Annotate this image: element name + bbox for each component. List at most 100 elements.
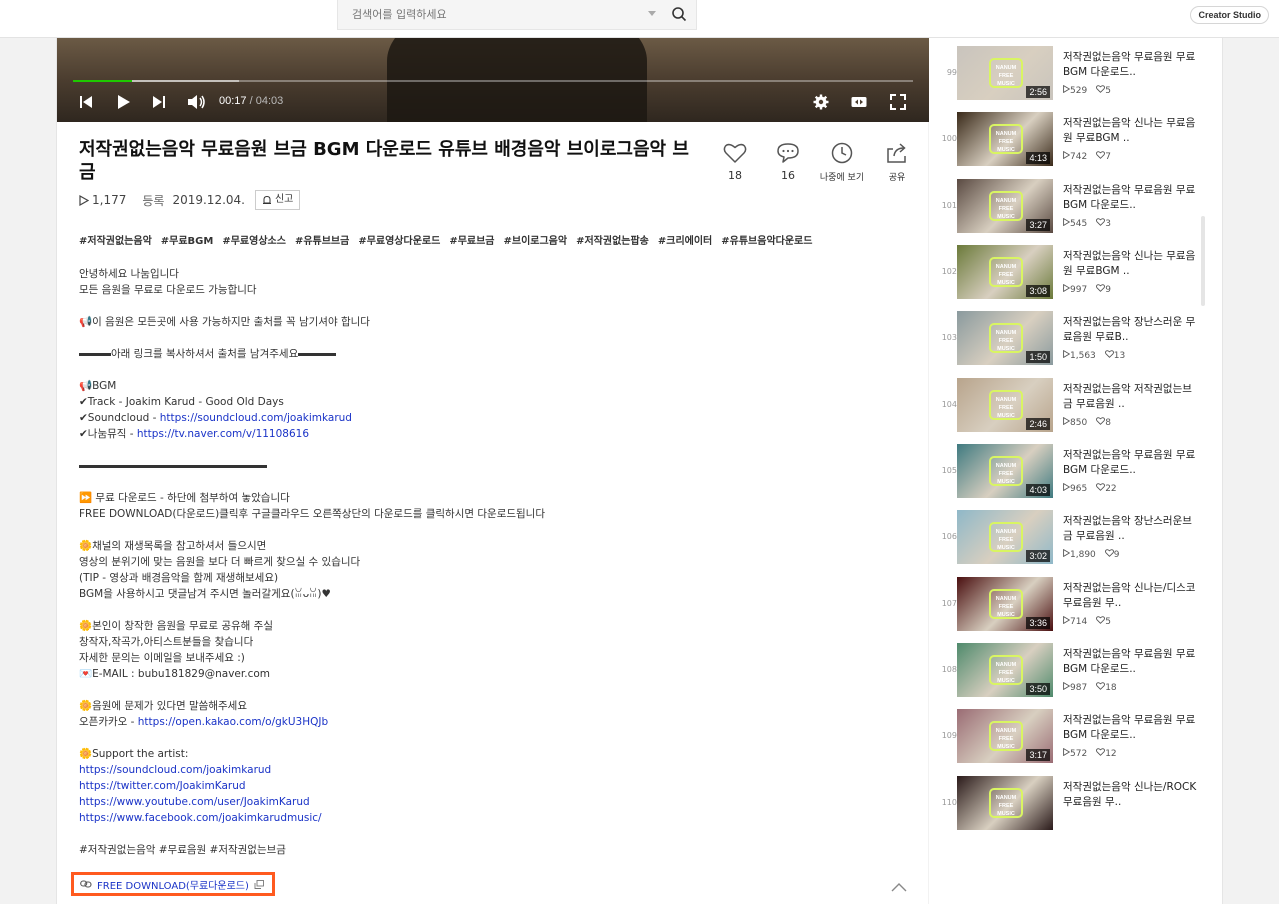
report-button[interactable]: 신고 [254,190,301,210]
playlist-item-thumbnail[interactable]: NANUM FREE MUSIC 3:36 [957,577,1053,631]
playlist-item-title[interactable]: 저작권없는음악 저작권없는브금 무료음원 .. [1063,382,1199,412]
heart-icon [1096,218,1106,226]
playlist-item-thumbnail[interactable]: NANUM FREE MUSIC 2:56 [957,46,1053,100]
playlist-item[interactable]: 103 NANUM FREE MUSIC 1:50 저작권없는음악 장난스러운 무료음원 … [929,311,1199,365]
description-line: 창작자,작곡가,아티스트분들을 찾습니다 [79,636,254,648]
description-line: 🌼음원에 문제가 있다면 말씀해주세요 [79,700,247,712]
free-download-link[interactable]: FREE DOWNLOAD(무료다운로드) [71,872,275,896]
heart-icon [1096,682,1106,690]
playlist-item-thumbnail[interactable]: NANUM FREE MUSIC 3:27 [957,179,1053,233]
playlist-item-thumbnail[interactable]: NANUM FREE MUSIC 1:50 [957,311,1053,365]
artist-soundcloud-link[interactable]: https://soundcloud.com/joakimkarud [79,764,271,776]
playlist-item-title[interactable]: 저작권없는음악 신나는 무료음원 무료BGM .. [1063,116,1199,146]
search-dropdown-icon[interactable] [648,11,656,16]
comment-button[interactable]: 16 [764,142,812,182]
like-button[interactable]: 18 [711,142,759,182]
description-line: ✔Track - Joakim Karud - Good Old Days [79,396,284,408]
hashtag[interactable]: #무료BGM [161,236,214,247]
artist-youtube-link[interactable]: https://www.youtube.com/user/JoakimKarud [79,796,310,808]
playlist-item-stats: 1,890 9 [1063,548,1120,560]
playlist-item[interactable]: 109 NANUM FREE MUSIC 3:17 저작권없는음악 무료음원 무료 BGM… [929,709,1199,763]
hashtag[interactable]: #저작권없는팝송 [576,236,649,247]
collapse-chevron-up-icon[interactable] [891,882,907,892]
description-line: BGM을 사용하시고 댓글남겨 주시면 놀러갈게요(ꈍᴗꈍ)♥ [79,588,331,600]
nanum-free-music-logo: NANUM FREE MUSIC [989,456,1023,486]
hashtag[interactable]: #유튜브브금 [295,236,349,247]
bell-icon [262,195,271,204]
playlist-item-thumbnail[interactable]: NANUM FREE MUSIC 2:46 [957,378,1053,432]
hashtag[interactable]: #크리에이터 [658,236,712,247]
hashtag[interactable]: #무료브금 [449,236,494,247]
wide-mode-icon[interactable] [850,94,868,110]
playlist-item[interactable]: 100 NANUM FREE MUSIC 4:13 저작권없는음악 신나는 무료음원 무료… [929,112,1199,166]
video-player[interactable]: 00:17 / 04:03 [57,38,929,122]
playlist-item[interactable]: 106 NANUM FREE MUSIC 3:02 저작권없는음악 장난스러운브금 무료음… [929,510,1199,564]
heart-icon [1096,748,1106,756]
playlist-item-thumbnail[interactable]: NANUM FREE MUSIC [957,776,1053,830]
playlist-item[interactable]: 104 NANUM FREE MUSIC 2:46 저작권없는음악 저작권없는브금 무료음… [929,378,1199,432]
previous-icon[interactable] [77,94,95,110]
creator-studio-button[interactable]: Creator Studio [1190,6,1269,24]
next-icon[interactable] [150,94,168,110]
volume-icon[interactable] [187,94,207,110]
description-line: 📢이 음원은 모든곳에 사용 가능하지만 출처를 꼭 남기셔야 합니다 [79,316,370,328]
hashtag[interactable]: #무료영상소스 [222,236,286,247]
playlist-item-duration: 3:36 [1026,617,1050,629]
watch-later-button[interactable]: 나중에 보기 [818,142,866,183]
nanum-free-music-logo: NANUM FREE MUSIC [989,589,1023,619]
playlist-item-thumbnail[interactable]: NANUM FREE MUSIC 3:02 [957,510,1053,564]
playlist-item-thumbnail[interactable]: NANUM FREE MUSIC 4:13 [957,112,1053,166]
settings-gear-icon[interactable] [812,94,830,110]
search-input[interactable] [338,0,638,28]
playlist-item-title[interactable]: 저작권없는음악 장난스러운브금 무료음원 .. [1063,514,1199,544]
kakao-link[interactable]: https://open.kakao.com/o/gkU3HQJb [138,716,328,728]
naver-tv-link[interactable]: https://tv.naver.com/v/11108616 [137,428,309,440]
hashtag[interactable]: #브이로그음악 [504,236,568,247]
playlist-item-likes: 22 [1105,484,1117,494]
playlist-scrollbar[interactable] [1201,216,1205,306]
description-line: 아래 링크를 복사하셔서 출처를 남겨주세요 [79,346,899,362]
playlist-item[interactable]: 101 NANUM FREE MUSIC 3:27 저작권없는음악 무료음원 무료 BGM… [929,179,1199,233]
playlist-item-views: 1,890 [1070,550,1096,560]
playlist-item-thumbnail[interactable]: NANUM FREE MUSIC 3:50 [957,643,1053,697]
playlist-item-thumbnail[interactable]: NANUM FREE MUSIC 3:17 [957,709,1053,763]
playlist-item[interactable]: 99 NANUM FREE MUSIC 2:56 저작권없는음악 무료음원 무료 BGM … [929,46,1199,100]
fullscreen-icon[interactable] [889,94,907,110]
artist-twitter-link[interactable]: https://twitter.com/JoakimKarud [79,780,246,792]
playlist-item-views: 742 [1070,152,1088,162]
playlist-item[interactable]: 110 NANUM FREE MUSIC 저작권없는음악 신나는/ROCK 무료음원 무… [929,776,1199,830]
playlist-item-thumbnail[interactable]: NANUM FREE MUSIC 4:03 [957,444,1053,498]
playlist-item[interactable]: 107 NANUM FREE MUSIC 3:36 저작권없는음악 신나는/디스코 무료음… [929,577,1199,631]
playlist-item-title[interactable]: 저작권없는음악 무료음원 무료 BGM 다운로드.. [1063,713,1199,743]
playlist-item[interactable]: 105 NANUM FREE MUSIC 4:03 저작권없는음악 무료음원 무료 BGM… [929,444,1199,498]
share-button[interactable]: 공유 [873,142,921,183]
playlist-item[interactable]: 102 NANUM FREE MUSIC 3:08 저작권없는음악 신나는 무료음원 무료… [929,245,1199,299]
playlist-panel: 99 NANUM FREE MUSIC 2:56 저작권없는음악 무료음원 무료 BGM … [929,38,1223,904]
soundcloud-link[interactable]: https://soundcloud.com/joakimkarud [160,412,352,424]
playlist-item[interactable]: 108 NANUM FREE MUSIC 3:50 저작권없는음악 무료음원 무료 BGM… [929,643,1199,697]
playlist-item-title[interactable]: 저작권없는음악 무료음원 무료 BGM 다운로드.. [1063,448,1199,478]
playlist-item-title[interactable]: 저작권없는음악 무료음원 무료 BGM 다운로드.. [1063,647,1199,677]
hashtag[interactable]: #유튜브음악다운로드 [721,236,812,247]
progress-bar[interactable] [73,80,913,82]
video-description: 안녕하세요 나눔입니다 모든 음원을 무료로 다운로드 가능합니다 📢이 음원은… [79,266,899,858]
playlist-item-stats: 965 22 [1063,482,1117,494]
playlist-item-title[interactable]: 저작권없는음악 무료음원 무료 BGM 다운로드.. [1063,50,1199,80]
search-icon[interactable] [671,6,687,22]
playlist-item-thumbnail[interactable]: NANUM FREE MUSIC 3:08 [957,245,1053,299]
playlist-item-likes: 13 [1113,351,1126,361]
playlist-item-title[interactable]: 저작권없는음악 장난스러운 무료음원 무료B.. [1063,315,1199,345]
hashtag[interactable]: #저작권없는음악 [79,236,152,247]
playlist-item-stats: 529 5 [1063,84,1111,96]
artist-facebook-link[interactable]: https://www.facebook.com/joakimkarudmusi… [79,812,322,824]
playlist-item-title[interactable]: 저작권없는음악 신나는 무료음원 무료BGM .. [1063,249,1199,279]
playlist-item-number: 107 [941,599,957,608]
playlist-item-number: 99 [946,68,957,77]
playlist-item-title[interactable]: 저작권없는음악 무료음원 무료 BGM 다운로드.. [1063,183,1199,213]
playlist-item-title[interactable]: 저작권없는음악 신나는/ROCK 무료음원 무.. [1063,780,1199,810]
playlist-item-title[interactable]: 저작권없는음악 신나는/디스코 무료음원 무.. [1063,581,1199,611]
hashtag[interactable]: #무료영상다운로드 [358,236,440,247]
play-icon[interactable] [114,94,132,110]
views-play-icon [1063,217,1071,227]
playlist-item-duration: 3:50 [1026,683,1050,695]
